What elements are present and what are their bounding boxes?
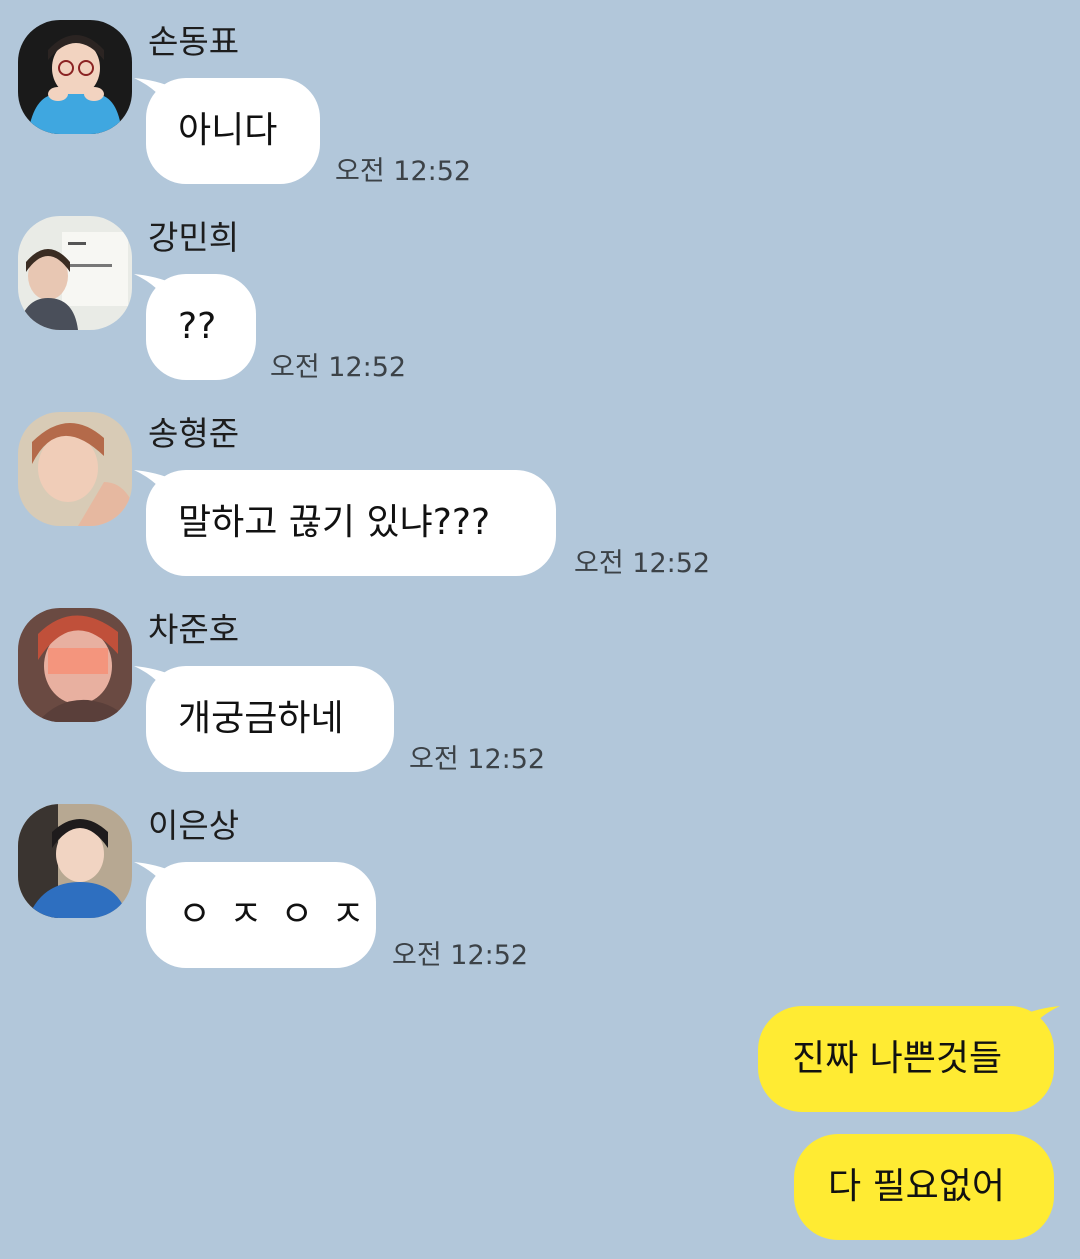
- avatar-photo-icon: [18, 412, 132, 526]
- chat-message-incoming: 손동표 아니다 오전 12:52: [0, 20, 1080, 216]
- sender-name: 손동표: [148, 22, 240, 61]
- message-time: 오전 12:52: [409, 744, 546, 775]
- sender-name: 이은상: [148, 806, 240, 845]
- avatar-photo-icon: [18, 804, 132, 918]
- message-time: 오전 12:52: [270, 352, 407, 383]
- message-bubble[interactable]: 개궁금하네: [146, 666, 394, 772]
- message-bubble[interactable]: ??: [146, 274, 256, 380]
- chat-message-incoming: 송형준 말하고 끊기 있냐??? 오전 12:52: [0, 412, 1080, 608]
- my-message-bubble[interactable]: 진짜 나쁜것들: [758, 1006, 1054, 1112]
- message-bubble[interactable]: 말하고 끊기 있냐???: [146, 470, 556, 576]
- avatar-photo-icon: [18, 608, 132, 722]
- avatar-photo-icon: [18, 20, 132, 134]
- sender-avatar[interactable]: [18, 804, 132, 918]
- message-bubble[interactable]: ㅇㅈㅇㅈ: [146, 862, 376, 968]
- chat-message-incoming: 강민희 ?? 오전 12:52: [0, 216, 1080, 412]
- sender-avatar[interactable]: [18, 216, 132, 330]
- sender-avatar[interactable]: [18, 608, 132, 722]
- sender-avatar[interactable]: [18, 20, 132, 134]
- sender-avatar[interactable]: [18, 412, 132, 526]
- avatar-photo-icon: [18, 216, 132, 330]
- sender-name: 송형준: [148, 414, 240, 453]
- sender-name: 차준호: [148, 610, 240, 649]
- sender-name: 강민희: [148, 218, 240, 257]
- message-time: 오전 12:52: [392, 940, 529, 971]
- chat-message-incoming: 차준호 개궁금하네 오전 12:52: [0, 608, 1080, 804]
- my-message-bubble[interactable]: 다 필요없어: [794, 1134, 1054, 1240]
- message-time: 오전 12:52: [574, 548, 711, 579]
- message-bubble[interactable]: 아니다: [146, 78, 320, 184]
- message-time: 오전 12:52: [335, 156, 472, 187]
- chat-message-incoming: 이은상 ㅇㅈㅇㅈ 오전 12:52: [0, 804, 1080, 1000]
